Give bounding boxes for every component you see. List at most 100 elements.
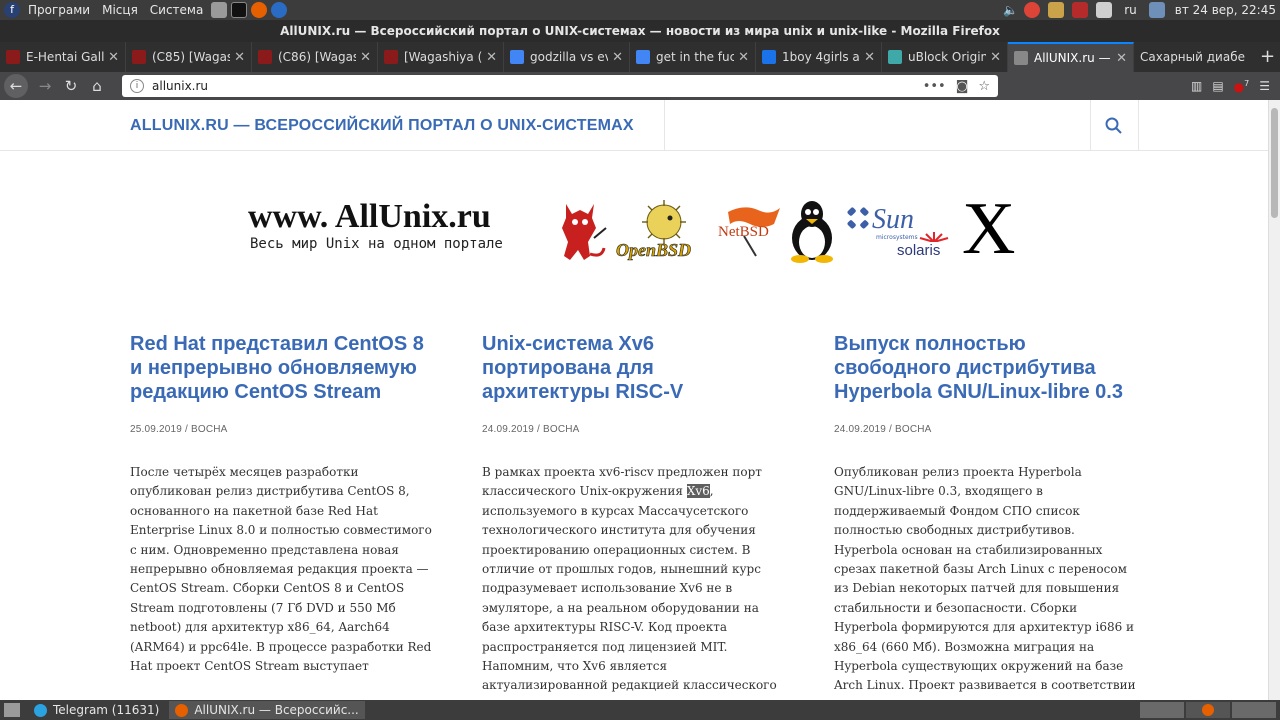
tab-label: get in the fuck bbox=[656, 50, 735, 64]
bookmark-star-icon[interactable]: ☆ bbox=[978, 79, 990, 94]
tab-6[interactable]: 1boy 4girls am ✕ bbox=[756, 42, 882, 72]
close-icon[interactable]: ✕ bbox=[738, 50, 749, 65]
openbsd-wordmark: OpenBSD bbox=[616, 240, 692, 261]
forward-button[interactable]: → bbox=[32, 74, 58, 98]
back-button[interactable]: ← bbox=[4, 74, 28, 98]
post-meta[interactable]: 25.09.2019 / BOCHA bbox=[130, 424, 435, 435]
site-banner[interactable]: www. AllUnix.ru Весь мир Unix на одном п… bbox=[246, 192, 1026, 268]
tab-favicon-icon bbox=[888, 50, 902, 64]
firefox-icon bbox=[1202, 704, 1214, 716]
hamburger-menu-icon[interactable]: ☰ bbox=[1259, 79, 1270, 94]
chrome-tray-icon[interactable] bbox=[1024, 2, 1041, 18]
workspace-switcher[interactable] bbox=[1140, 702, 1276, 718]
page-actions-icon[interactable]: ••• bbox=[923, 79, 946, 94]
tab-favicon-icon bbox=[6, 50, 20, 64]
tab-label: godzilla vs eva bbox=[530, 50, 608, 64]
selected-text[interactable]: Xv6 bbox=[686, 484, 710, 499]
tab-5[interactable]: get in the fuck✕ bbox=[630, 42, 756, 72]
package-tray-icon[interactable] bbox=[1048, 2, 1065, 18]
library-icon[interactable]: ▥ bbox=[1191, 79, 1202, 94]
linux-tux-icon bbox=[791, 201, 833, 263]
netbsd-wordmark: NetBSD bbox=[718, 224, 769, 240]
taskbar-item-firefox[interactable]: AllUNIX.ru — Всероссийс... bbox=[169, 701, 365, 719]
tab-strip: E-Hentai Galle✕ (C85) [Wagash✕ (C86) [Wa… bbox=[0, 42, 1280, 72]
menu-system[interactable]: Система bbox=[144, 3, 210, 17]
clock[interactable]: вт 24 вер, 22:45 bbox=[1175, 3, 1276, 17]
post-meta[interactable]: 24.09.2019 / BOCHA bbox=[482, 424, 787, 435]
reload-button[interactable]: ↻ bbox=[58, 74, 84, 98]
search-icon[interactable] bbox=[1104, 116, 1124, 136]
tab-label: E-Hentai Galle bbox=[26, 50, 105, 64]
thunderbird-launcher-icon[interactable] bbox=[271, 2, 288, 18]
sidebar-icon[interactable]: ▤ bbox=[1212, 79, 1223, 94]
ublock-badge: 7 bbox=[1244, 78, 1250, 88]
update-tray-icon[interactable] bbox=[1072, 2, 1089, 18]
post-meta[interactable]: 24.09.2019 / BOCHA bbox=[834, 424, 1139, 435]
new-tab-button[interactable]: + bbox=[1255, 42, 1280, 72]
page-scrollbar[interactable] bbox=[1268, 100, 1280, 700]
post-card: Выпуск полностью свободного дистрибутива… bbox=[834, 332, 1139, 700]
tab-7[interactable]: uBlock Origin ✕ bbox=[882, 42, 1008, 72]
battery-tray-icon[interactable] bbox=[1096, 2, 1113, 18]
excerpt-text: , используемого в курсах Массачусетского… bbox=[482, 484, 777, 700]
window-titlebar: AllUNIX.ru — Всероссийский портал о UNIX… bbox=[0, 20, 1280, 42]
post-card: Unix-система Xv6 портирована для архитек… bbox=[482, 332, 787, 700]
workspace-1[interactable] bbox=[1140, 702, 1184, 718]
sun-subtitle: microsystems bbox=[876, 234, 918, 241]
files-launcher-icon[interactable] bbox=[211, 2, 228, 18]
tab-9[interactable]: Сахарный диабе bbox=[1134, 42, 1255, 72]
taskbar-item-label: AllUNIX.ru — Всероссийс... bbox=[194, 703, 359, 717]
taskbar-item-telegram[interactable]: Telegram (11631) bbox=[28, 701, 165, 719]
tab-4[interactable]: godzilla vs eva ✕ bbox=[504, 42, 630, 72]
site-title-link[interactable]: ALLUNIX.RU — ВСЕРОССИЙСКИЙ ПОРТАЛ О UNIX… bbox=[130, 117, 634, 135]
tab-favicon-icon bbox=[258, 50, 272, 64]
close-icon[interactable]: ✕ bbox=[234, 50, 245, 65]
volume-icon[interactable]: 🔈 bbox=[1003, 3, 1018, 17]
tab-0[interactable]: E-Hentai Galle ✕ bbox=[0, 42, 126, 72]
terminal-launcher-icon[interactable] bbox=[231, 2, 248, 18]
close-icon[interactable]: ✕ bbox=[990, 50, 1001, 65]
tab-label: (C85) [Wagash bbox=[152, 50, 231, 64]
keyboard-layout[interactable]: ru bbox=[1124, 3, 1137, 17]
info-icon[interactable]: i bbox=[130, 79, 144, 93]
workspace-2[interactable] bbox=[1186, 702, 1230, 718]
header-divider bbox=[1090, 100, 1091, 151]
post-title-link[interactable]: Выпуск полностью свободного дистрибутива… bbox=[834, 332, 1139, 404]
system-panel: f Програми Місця Система 🔈 ru вт 24 вер,… bbox=[0, 0, 1280, 20]
close-icon[interactable]: ✕ bbox=[864, 50, 875, 65]
post-title-link[interactable]: Unix-система Xv6 портирована для архитек… bbox=[482, 332, 787, 404]
home-button[interactable]: ⌂ bbox=[84, 74, 110, 98]
close-icon[interactable]: ✕ bbox=[486, 50, 497, 65]
menu-places[interactable]: Місця bbox=[96, 3, 144, 17]
tab-8-active[interactable]: AllUNIX.ru — В ✕ bbox=[1008, 42, 1134, 72]
tab-favicon-icon bbox=[510, 50, 524, 64]
tab-label: (C86) [Wagash bbox=[278, 50, 357, 64]
tab-label: [Wagashiya (A bbox=[404, 50, 483, 64]
close-icon[interactable]: ✕ bbox=[108, 50, 119, 65]
pocket-icon[interactable]: ◙ bbox=[956, 79, 969, 94]
header-divider bbox=[664, 100, 665, 151]
network-icon[interactable] bbox=[1148, 2, 1165, 18]
close-icon[interactable]: ✕ bbox=[612, 50, 623, 65]
url-text[interactable]: allunix.ru bbox=[152, 79, 913, 93]
ublock-icon[interactable]: ●7 bbox=[1234, 79, 1250, 94]
workspace-3[interactable] bbox=[1232, 702, 1276, 718]
site-header: ALLUNIX.RU — ВСЕРОССИЙСКИЙ ПОРТАЛ О UNIX… bbox=[0, 100, 1268, 151]
tab-3[interactable]: [Wagashiya (A ✕ bbox=[378, 42, 504, 72]
close-icon[interactable]: ✕ bbox=[360, 50, 371, 65]
close-icon[interactable]: ✕ bbox=[1116, 51, 1127, 66]
menu-programs[interactable]: Програми bbox=[22, 3, 96, 17]
telegram-icon bbox=[34, 703, 47, 717]
firefox-launcher-icon[interactable] bbox=[251, 2, 268, 18]
tab-1[interactable]: (C85) [Wagash✕ bbox=[126, 42, 252, 72]
banner-title: www. AllUnix.ru bbox=[248, 198, 491, 235]
x-window-logo: X bbox=[962, 188, 1016, 270]
tab-2[interactable]: (C86) [Wagash✕ bbox=[252, 42, 378, 72]
bottom-taskbar: Telegram (11631) AllUNIX.ru — Всероссийс… bbox=[0, 700, 1280, 720]
show-desktop-icon[interactable] bbox=[4, 703, 20, 717]
scrollbar-thumb[interactable] bbox=[1271, 108, 1278, 218]
post-title-link[interactable]: Red Hat представил CentOS 8 и непрерывно… bbox=[130, 332, 435, 404]
tab-label: 1boy 4girls am bbox=[782, 50, 860, 64]
url-bar[interactable]: i allunix.ru ••• ◙ ☆ bbox=[122, 75, 998, 97]
fedora-icon[interactable]: f bbox=[4, 2, 20, 18]
